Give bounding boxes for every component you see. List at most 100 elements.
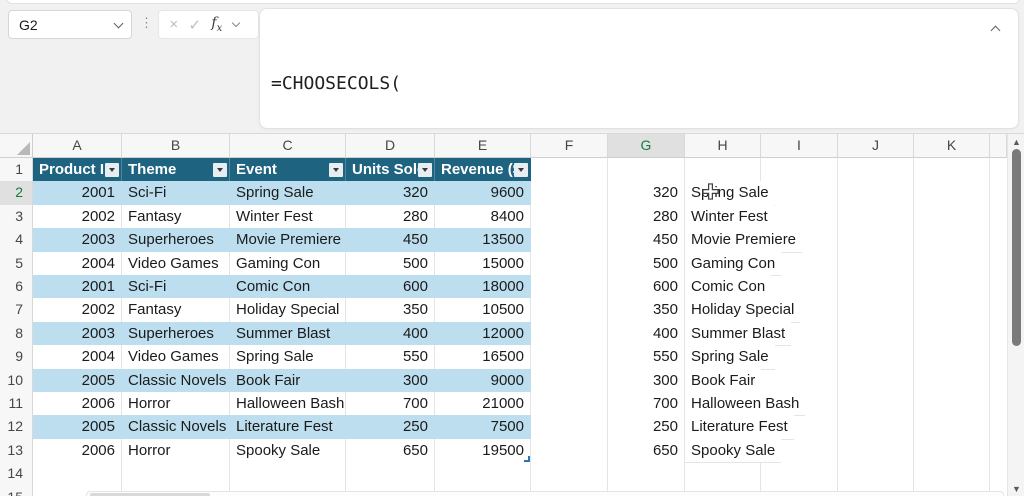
- cell-G2[interactable]: 320: [608, 181, 685, 205]
- cell-C6[interactable]: Comic Con: [230, 275, 346, 299]
- row-header-7[interactable]: 7: [0, 298, 33, 322]
- cell-C13[interactable]: Spooky Sale: [230, 439, 346, 463]
- cell-B10[interactable]: Classic Novels: [122, 369, 230, 393]
- cell-K7[interactable]: [914, 298, 990, 322]
- cell-C10[interactable]: Book Fair: [230, 369, 346, 393]
- cell-G11[interactable]: 700: [608, 392, 685, 416]
- cell-H5[interactable]: Gaming Con: [685, 252, 781, 276]
- cell-H7[interactable]: Holiday Special: [685, 298, 800, 322]
- cell-K2[interactable]: [914, 181, 990, 205]
- cell-C12[interactable]: Literature Fest: [230, 415, 346, 439]
- cell-D2[interactable]: 320: [346, 181, 435, 205]
- cell-G1[interactable]: [608, 158, 685, 182]
- cell-X4[interactable]: [990, 228, 1007, 252]
- cell-K9[interactable]: [914, 345, 990, 369]
- column-header-H[interactable]: H: [685, 134, 761, 158]
- cell-E13[interactable]: 19500: [435, 439, 531, 463]
- cell-G9[interactable]: 550: [608, 345, 685, 369]
- row-header-12[interactable]: 12: [0, 415, 33, 439]
- cell-X12[interactable]: [990, 415, 1007, 439]
- row-header-9[interactable]: 9: [0, 345, 33, 369]
- cell-J3[interactable]: [838, 205, 914, 229]
- cell-X3[interactable]: [990, 205, 1007, 229]
- column-header-E[interactable]: E: [435, 134, 531, 158]
- cell-I14[interactable]: [761, 462, 838, 486]
- cell-C1[interactable]: Event: [230, 158, 346, 182]
- cell-J14[interactable]: [838, 462, 914, 486]
- cell-X14[interactable]: [990, 462, 1007, 486]
- cell-X6[interactable]: [990, 275, 1007, 299]
- cell-D7[interactable]: 350: [346, 298, 435, 322]
- cell-E11[interactable]: 21000: [435, 392, 531, 416]
- cell-D4[interactable]: 450: [346, 228, 435, 252]
- column-header-J[interactable]: J: [838, 134, 914, 158]
- row-header-13[interactable]: 13: [0, 439, 33, 463]
- row-header-6[interactable]: 6: [0, 275, 33, 299]
- filter-button[interactable]: [329, 163, 343, 177]
- cell-E3[interactable]: 8400: [435, 205, 531, 229]
- cell-F12[interactable]: [531, 415, 608, 439]
- cell-B3[interactable]: Fantasy: [122, 205, 230, 229]
- formula-bar[interactable]: =CHOOSECOLS( sales, MATCH("Units Sold", …: [259, 8, 1019, 129]
- cell-K12[interactable]: [914, 415, 990, 439]
- cell-F9[interactable]: [531, 345, 608, 369]
- cell-E9[interactable]: 16500: [435, 345, 531, 369]
- cell-F3[interactable]: [531, 205, 608, 229]
- cell-J9[interactable]: [838, 345, 914, 369]
- cell-D3[interactable]: 280: [346, 205, 435, 229]
- column-header-C[interactable]: C: [230, 134, 346, 158]
- cell-C14[interactable]: [230, 462, 346, 486]
- cell-G5[interactable]: 500: [608, 252, 685, 276]
- enter-icon[interactable]: ✓: [188, 16, 201, 34]
- cell-J4[interactable]: [838, 228, 914, 252]
- cell-B14[interactable]: [122, 462, 230, 486]
- cell-G10[interactable]: 300: [608, 369, 685, 393]
- cell-C3[interactable]: Winter Fest: [230, 205, 346, 229]
- cell-G7[interactable]: 350: [608, 298, 685, 322]
- cell-H2[interactable]: Spring Sale: [685, 181, 775, 205]
- cell-B7[interactable]: Fantasy: [122, 298, 230, 322]
- row-header-2[interactable]: 2: [0, 181, 33, 205]
- row-header-1[interactable]: 1: [0, 158, 33, 182]
- row-header-5[interactable]: 5: [0, 252, 33, 276]
- cell-J6[interactable]: [838, 275, 914, 299]
- cell-H8[interactable]: Summer Blast: [685, 322, 791, 346]
- cell-D11[interactable]: 700: [346, 392, 435, 416]
- cell-K10[interactable]: [914, 369, 990, 393]
- collapse-formula-bar-icon[interactable]: [992, 21, 1004, 33]
- cell-A3[interactable]: 2002: [33, 205, 122, 229]
- filter-button[interactable]: [514, 163, 528, 177]
- cell-D14[interactable]: [346, 462, 435, 486]
- cell-J5[interactable]: [838, 252, 914, 276]
- cell-I6[interactable]: [761, 275, 838, 299]
- cell-A6[interactable]: 2001: [33, 275, 122, 299]
- cell-A4[interactable]: 2003: [33, 228, 122, 252]
- cell-E12[interactable]: 7500: [435, 415, 531, 439]
- name-box-splitter-icon[interactable]: ⋮: [140, 14, 153, 32]
- column-header-B[interactable]: B: [122, 134, 230, 158]
- column-header-F[interactable]: F: [531, 134, 608, 158]
- cell-B6[interactable]: Sci-Fi: [122, 275, 230, 299]
- filter-button[interactable]: [213, 163, 227, 177]
- cell-B8[interactable]: Superheroes: [122, 322, 230, 346]
- cell-A9[interactable]: 2004: [33, 345, 122, 369]
- cell-B4[interactable]: Superheroes: [122, 228, 230, 252]
- cell-J2[interactable]: [838, 181, 914, 205]
- cell-A13[interactable]: 2006: [33, 439, 122, 463]
- cell-J11[interactable]: [838, 392, 914, 416]
- chevron-down-icon[interactable]: [231, 19, 239, 27]
- row-header-4[interactable]: 4: [0, 228, 33, 252]
- cell-B9[interactable]: Video Games: [122, 345, 230, 369]
- cell-B1[interactable]: Theme: [122, 158, 230, 182]
- cell-D5[interactable]: 500: [346, 252, 435, 276]
- row-header-14[interactable]: 14: [0, 462, 33, 486]
- cell-E5[interactable]: 15000: [435, 252, 531, 276]
- row-header-3[interactable]: 3: [0, 205, 33, 229]
- select-all-button[interactable]: [0, 134, 33, 158]
- column-header-partial[interactable]: [990, 134, 1007, 158]
- cell-E1[interactable]: Revenue ($): [435, 158, 531, 182]
- cell-I10[interactable]: [761, 369, 838, 393]
- cell-X11[interactable]: [990, 392, 1007, 416]
- cell-E14[interactable]: [435, 462, 531, 486]
- cell-X7[interactable]: [990, 298, 1007, 322]
